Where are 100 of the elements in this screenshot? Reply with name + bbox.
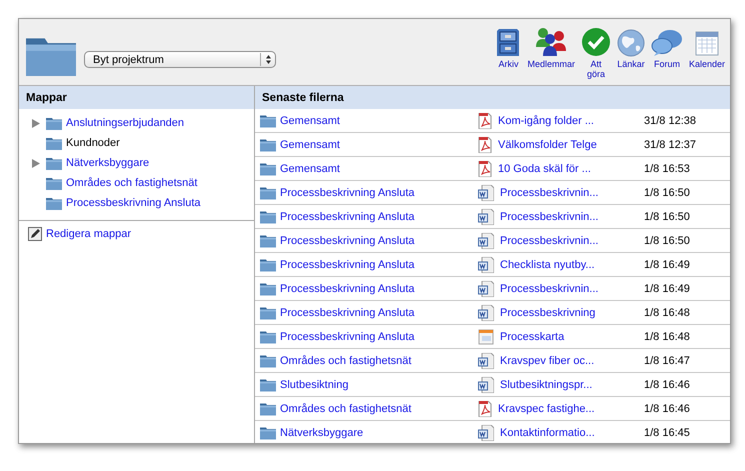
- word-file-icon: [478, 304, 494, 320]
- modified-time: 1/8 16:46: [644, 378, 690, 390]
- file-link[interactable]: Kravspev fiber oc...: [500, 354, 594, 366]
- file-link[interactable]: Processkarta: [500, 330, 564, 342]
- file-cabinet-icon: [495, 27, 522, 57]
- panel-heading: Mappar: [19, 86, 254, 109]
- modified-time: 1/8 16:46: [644, 402, 690, 414]
- word-file-icon: [478, 280, 494, 296]
- folder-icon: [260, 401, 276, 416]
- folder-link[interactable]: Områdes och fastighetsnät: [280, 354, 412, 366]
- modified-time: 1/8 16:48: [644, 330, 690, 342]
- word-file-icon: [478, 424, 494, 440]
- modified-time: 1/8 16:50: [644, 186, 690, 198]
- folder-icon: [260, 329, 276, 344]
- modified-time: 1/8 16:49: [644, 282, 690, 294]
- file-link[interactable]: Processbeskrivnin...: [500, 210, 598, 222]
- edit-folders-link[interactable]: Redigera mappar: [46, 228, 131, 240]
- folder-tree-item[interactable]: Processbeskrivning Ansluta: [66, 197, 201, 209]
- modified-time: 1/8 16:50: [644, 210, 690, 222]
- folder-icon: [260, 377, 276, 392]
- folder-icon: [46, 136, 62, 150]
- toolbar-button[interactable]: Länkar: [614, 26, 648, 79]
- folder-link[interactable]: Processbeskrivning Ansluta: [280, 234, 415, 246]
- checkmark-icon: [580, 27, 611, 57]
- modified-time: 1/8 16:47: [644, 354, 690, 366]
- folder-icon: [46, 156, 62, 170]
- folder-icon: [260, 281, 276, 296]
- toolbar-button[interactable]: Att göra: [578, 26, 614, 79]
- word-file-icon: [478, 184, 494, 200]
- modified-time: 31/8 12:37: [644, 138, 696, 150]
- file-link[interactable]: Checklista nyutby...: [500, 258, 595, 270]
- folder-icon: [46, 176, 62, 190]
- pdf-file-icon: [478, 136, 492, 152]
- word-file-icon: [478, 376, 494, 392]
- modified-time: 1/8 16:49: [644, 258, 690, 270]
- folder-icon: [260, 353, 276, 368]
- presentation-file-icon: [478, 328, 494, 344]
- file-link[interactable]: Kravspec fastighe...: [498, 402, 595, 414]
- folder-icon: [260, 161, 276, 176]
- toolbar-button[interactable]: Kalender: [686, 26, 728, 79]
- toolbar-button[interactable]: Arkiv: [492, 26, 524, 79]
- folder-icon: [260, 305, 276, 320]
- folder-icon: [260, 113, 276, 128]
- speech-bubbles-icon: [650, 29, 683, 57]
- folder-icon: [46, 196, 62, 210]
- folder-icon: [260, 257, 276, 272]
- updown-arrows-icon: [266, 55, 270, 64]
- pdf-file-icon: [478, 112, 492, 128]
- folder-link[interactable]: Processbeskrivning Ansluta: [280, 330, 415, 342]
- expand-arrow-icon[interactable]: [32, 158, 40, 168]
- folder-icon: [260, 233, 276, 248]
- folder-tree-item[interactable]: Nätverksbyggare: [66, 157, 150, 169]
- word-file-icon: [478, 208, 494, 224]
- word-file-icon: [478, 352, 494, 368]
- file-link[interactable]: Kom-igång folder ...: [498, 114, 594, 126]
- folder-link[interactable]: Processbeskrivning Ansluta: [280, 282, 415, 294]
- file-link[interactable]: Slutbesiktningspr...: [500, 378, 592, 390]
- folder-icon: [260, 137, 276, 152]
- pdf-file-icon: [478, 400, 492, 416]
- project-select[interactable]: Byt projektrum: [84, 51, 276, 68]
- word-file-icon: [478, 256, 494, 272]
- pencil-icon: [28, 227, 42, 241]
- file-link[interactable]: Kontaktinformatio...: [500, 426, 595, 438]
- panel-heading: Senaste filerna: [255, 86, 730, 109]
- folder-link[interactable]: Gemensamt: [280, 138, 340, 150]
- file-link[interactable]: Processbeskrivnin...: [500, 186, 598, 198]
- pdf-file-icon: [478, 160, 492, 176]
- folder-icon: [260, 209, 276, 224]
- folder-link[interactable]: Gemensamt: [280, 162, 340, 174]
- toolbar-button[interactable]: Medlemmar: [524, 26, 578, 79]
- folder-link[interactable]: Nätverksbyggare: [280, 426, 364, 438]
- folder-tree-item[interactable]: Anslutningserbjudanden: [66, 117, 184, 129]
- folder-tree-item[interactable]: Områdes och fastighetsnät: [66, 177, 198, 189]
- people-icon: [534, 27, 568, 57]
- folder-link[interactable]: Processbeskrivning Ansluta: [280, 210, 415, 222]
- modified-time: 1/8 16:48: [644, 306, 690, 318]
- folder-link[interactable]: Slutbesiktning: [280, 378, 348, 390]
- calendar-icon: [692, 29, 721, 57]
- modified-time: 1/8 16:45: [644, 426, 690, 438]
- folder-link[interactable]: Processbeskrivning Ansluta: [280, 258, 415, 270]
- word-file-icon: [478, 232, 494, 248]
- file-link[interactable]: Processbeskrivnin...: [500, 282, 598, 294]
- folder-link[interactable]: Processbeskrivning Ansluta: [280, 186, 415, 198]
- file-link[interactable]: Processbeskrivning: [500, 306, 596, 318]
- folder-icon: [260, 185, 276, 200]
- modified-time: 1/8 16:50: [644, 234, 690, 246]
- modified-time: 31/8 12:38: [644, 114, 696, 126]
- file-link[interactable]: Välkomsfolder Telge: [498, 138, 597, 150]
- file-link[interactable]: Processbeskrivnin...: [500, 234, 598, 246]
- file-link[interactable]: 10 Goda skäl för ...: [498, 162, 591, 174]
- folder-link[interactable]: Gemensamt: [280, 114, 340, 126]
- folder-icon: [260, 425, 276, 440]
- folder-icon: [46, 116, 62, 130]
- modified-time: 1/8 16:53: [644, 162, 690, 174]
- folder-link[interactable]: Områdes och fastighetsnät: [280, 402, 412, 414]
- folder-tree-item[interactable]: Kundnoder: [66, 137, 120, 149]
- expand-arrow-icon[interactable]: [32, 118, 40, 128]
- folder-link[interactable]: Processbeskrivning Ansluta: [280, 306, 415, 318]
- toolbar-button[interactable]: Forum: [648, 26, 686, 79]
- globe-icon: [616, 29, 645, 57]
